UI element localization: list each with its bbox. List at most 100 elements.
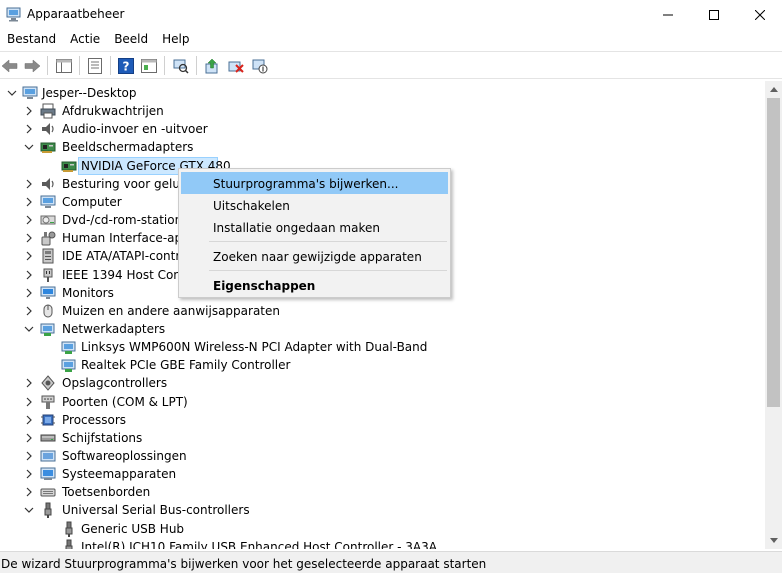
tree-row-label: Toetsenborden [62, 485, 151, 500]
menu-item-label: Installatie ongedaan maken [213, 221, 380, 235]
menu-help[interactable]: Help [155, 30, 196, 50]
scrollbar-thumb[interactable] [767, 98, 780, 407]
chevron-right-icon[interactable] [23, 287, 35, 299]
ieee1394-icon [40, 267, 56, 283]
tree-row-label: Generic USB Hub [81, 521, 185, 536]
tree-category-row[interactable]: Processors [0, 411, 765, 429]
chevron-right-icon[interactable] [23, 450, 35, 462]
tree-row-label: Schijfstations [62, 430, 143, 445]
mouse-icon [40, 303, 56, 319]
system-device-icon [40, 466, 56, 482]
menu-actie[interactable]: Actie [63, 30, 107, 50]
menu-item-label: Uitschakelen [213, 199, 290, 213]
monitor-icon [40, 285, 56, 301]
network-adapter-icon [61, 357, 77, 373]
menu-item-label: Zoeken naar gewijzigde apparaten [213, 250, 422, 264]
scroll-up-arrow-icon[interactable] [765, 81, 782, 98]
chevron-down-icon[interactable] [23, 141, 35, 153]
tree-category-row[interactable]: Universal Serial Bus-controllers [0, 501, 765, 519]
tree-device-row[interactable]: Intel(R) ICH10 Family USB Enhanced Host … [0, 538, 765, 549]
chevron-right-icon[interactable] [23, 377, 35, 389]
close-button[interactable] [737, 0, 782, 30]
network-adapter-icon [40, 321, 56, 337]
chevron-right-icon[interactable] [23, 396, 35, 408]
tree-row-label: Processors [62, 412, 127, 427]
scroll-down-arrow-icon[interactable] [765, 532, 782, 549]
tree-category-row[interactable]: Beeldschermadapters [0, 138, 765, 156]
menu-bestand[interactable]: Bestand [0, 30, 63, 50]
maximize-button[interactable] [691, 0, 737, 30]
show-hide-console-tree-icon[interactable] [54, 56, 74, 76]
action-pane-icon[interactable] [139, 56, 159, 76]
chevron-down-icon[interactable] [6, 87, 18, 99]
tree-device-row[interactable]: Generic USB Hub [0, 520, 765, 538]
menu-separator [209, 270, 447, 271]
speaker-icon [40, 121, 56, 137]
back-arrow-icon[interactable] [0, 56, 20, 76]
vertical-scrollbar[interactable] [765, 81, 782, 549]
tree-category-row[interactable]: Audio-invoer en -uitvoer [0, 120, 765, 138]
menu-separator [209, 241, 447, 242]
tree-device-row[interactable]: Linksys WMP600N Wireless-N PCI Adapter w… [0, 338, 765, 356]
device-manager-window: Apparaatbeheer Bestand Actie Beeld Help [0, 0, 782, 573]
menu-item-uninstall[interactable]: Installatie ongedaan maken [181, 216, 448, 238]
computer-icon [22, 85, 38, 101]
uninstall-device-icon[interactable] [226, 56, 246, 76]
tree-category-row[interactable]: Toetsenborden [0, 483, 765, 501]
tree-category-row[interactable]: Systeemapparaten [0, 465, 765, 483]
chevron-right-icon[interactable] [23, 214, 35, 226]
chevron-down-icon[interactable] [23, 323, 35, 335]
tree-category-row[interactable]: Schijfstations [0, 429, 765, 447]
help-icon[interactable]: ? [116, 56, 136, 76]
tree-category-row[interactable]: Opslagcontrollers [0, 374, 765, 392]
chevron-right-icon[interactable] [23, 105, 35, 117]
network-adapter-icon [61, 339, 77, 355]
scan-hardware-icon[interactable] [171, 56, 191, 76]
tree-category-row[interactable]: Muizen en andere aanwijsapparaten [0, 302, 765, 320]
tree-device-row[interactable]: Realtek PCIe GBE Family Controller [0, 356, 765, 374]
minimize-button[interactable] [645, 0, 691, 30]
tree-row-label: Poorten (COM & LPT) [62, 394, 188, 409]
software-icon [40, 448, 56, 464]
chevron-right-icon[interactable] [23, 178, 35, 190]
menu-item-properties[interactable]: Eigenschappen [181, 274, 448, 296]
chevron-right-icon[interactable] [23, 305, 35, 317]
chevron-right-icon[interactable] [23, 414, 35, 426]
tree-row-label: Realtek PCIe GBE Family Controller [81, 358, 291, 373]
context-menu: Stuurprogramma's bijwerken... Uitschakel… [178, 168, 451, 298]
device-manager-app-icon [6, 7, 22, 22]
chevron-right-icon[interactable] [23, 250, 35, 262]
menu-item-scan-changes[interactable]: Zoeken naar gewijzigde apparaten [181, 245, 448, 267]
menu-beeld[interactable]: Beeld [107, 30, 155, 50]
storage-controller-icon [40, 375, 56, 392]
keyboard-icon [40, 484, 56, 500]
tree-root[interactable]: Jesper--Desktop [0, 84, 765, 102]
chevron-right-icon[interactable] [23, 486, 35, 498]
tree-row-label: Human Interface-app [62, 231, 190, 246]
menu-item-label: Eigenschappen [213, 279, 316, 293]
chevron-right-icon[interactable] [23, 232, 35, 244]
tree-row-label: Monitors [62, 285, 114, 300]
tree-category-row[interactable]: Netwerkadapters [0, 320, 765, 338]
chevron-down-icon[interactable] [23, 504, 35, 516]
tree-row-label: Dvd-/cd-rom-stations [62, 213, 189, 228]
chevron-right-icon[interactable] [23, 196, 35, 208]
chevron-right-icon[interactable] [23, 468, 35, 480]
tree-row-label: Netwerkadapters [62, 321, 166, 336]
menu-item-update-driver[interactable]: Stuurprogramma's bijwerken... [181, 172, 448, 194]
speaker-icon [40, 176, 56, 192]
chevron-right-icon[interactable] [23, 123, 35, 135]
tree-category-row[interactable]: Softwareoplossingen [0, 447, 765, 465]
update-driver-icon[interactable] [202, 56, 222, 76]
chevron-right-icon[interactable] [23, 269, 35, 281]
menu-item-disable[interactable]: Uitschakelen [181, 194, 448, 216]
menu-item-label: Stuurprogramma's bijwerken... [213, 177, 399, 191]
tree-category-row[interactable]: Afdrukwachtrijen [0, 102, 765, 120]
disable-device-icon[interactable] [250, 56, 270, 76]
forward-arrow-icon[interactable] [22, 56, 42, 76]
toolbar-separator [79, 56, 80, 75]
svg-text:?: ? [123, 60, 130, 74]
properties-icon[interactable] [85, 56, 105, 76]
tree-category-row[interactable]: Poorten (COM & LPT) [0, 393, 765, 411]
chevron-right-icon[interactable] [23, 432, 35, 444]
